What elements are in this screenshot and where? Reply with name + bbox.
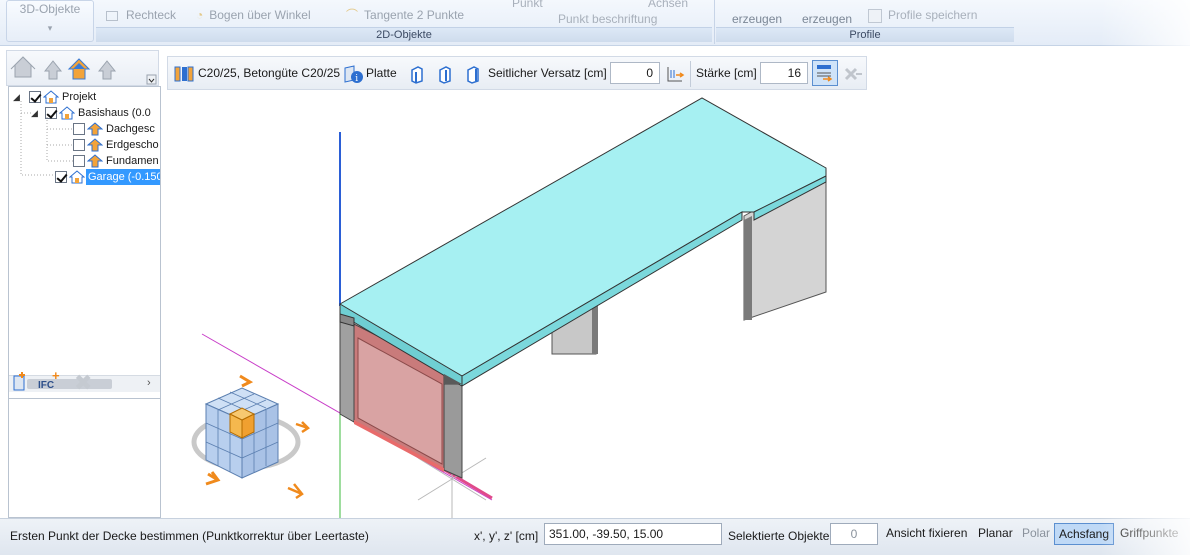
house-up-icon (87, 154, 103, 168)
tree-toolbar-icons (10, 56, 157, 85)
ifc-list (8, 398, 161, 518)
move-house-icon[interactable] (10, 56, 36, 78)
tree-node-label: Basishaus (0.0 (78, 107, 151, 119)
house-up-icon (87, 138, 103, 152)
create-profile-label-2: erzeugen (802, 12, 853, 26)
offset-pick-icon[interactable] (666, 64, 686, 84)
selected-objects-count: 0 (830, 523, 878, 545)
ribbon: 3D-Objekte ▾ Rechteck ◔ Bogen über Winkel… (0, 0, 1190, 46)
ifc-toolbar: IFC + ✖ (8, 366, 161, 400)
axes-label: Achsen (648, 0, 689, 10)
rectangle-button[interactable]: Rechteck (106, 8, 176, 22)
rectangle-icon (106, 10, 118, 21)
wall-front-left[interactable] (339, 309, 355, 423)
create-profile-label-1: erzeugen (732, 12, 783, 26)
tangent-button[interactable]: ⌒ Tangente 2 Punkte (346, 8, 464, 22)
plus-icon: + (52, 368, 60, 383)
point-label-label: Punkt beschriftung (558, 12, 658, 26)
create-profile-button-2[interactable]: erzeugen (802, 12, 852, 26)
save-icon (868, 8, 882, 23)
bulb-icon: ◔ (196, 8, 204, 22)
ribbon-caption-profiles: Profile (716, 27, 1014, 42)
3d-viewport[interactable] (162, 92, 1190, 518)
thickness-label: Stärke [cm] (696, 66, 757, 80)
status-prompt: Ersten Punkt der Decke bestimmen (Punktk… (10, 529, 369, 543)
point-label-button[interactable]: Punkt beschriftung (558, 12, 657, 26)
tangent-icon: ⌒ (346, 8, 359, 22)
svg-text:i: i (355, 74, 358, 84)
property-toolbar: C20/25, Betongüte C20/25 i Platte Seitli… (167, 56, 867, 90)
toolbar-separator (690, 61, 691, 87)
material-icon (174, 66, 194, 82)
tree-toolbar (6, 50, 159, 86)
axis-snap-toggle[interactable]: Achsfang (1054, 523, 1115, 545)
delete-icon[interactable]: ✖ (74, 370, 92, 396)
navigation-cube[interactable] (191, 374, 310, 500)
ribbon-group-profiles: erzeugen erzeugen Profile speichern Prof… (716, 0, 1014, 44)
ribbon-group-2d-objects: Rechteck ◔ Bogen über Winkel ⌒ Tangente 2 … (96, 0, 712, 44)
point-button[interactable]: Punkt (512, 0, 543, 10)
house-up-icon (87, 122, 103, 136)
align-left-icon[interactable] (408, 64, 426, 84)
save-profiles-button[interactable]: Profile speichern (868, 8, 977, 23)
arrow-up-grey-icon[interactable] (97, 60, 117, 80)
tree-node-dachgeschoss[interactable]: Dachgesc (73, 121, 157, 137)
coord-input[interactable]: 351.00, -39.50, 15.00 (544, 523, 722, 545)
ifc-add-button[interactable]: IFC + (38, 368, 60, 391)
point-label: Punkt (512, 0, 543, 10)
project-panel: ◢ Projekt ◢ Basishaus (0.0 Dachgesc Erdg… (6, 50, 161, 518)
delete-icon[interactable] (842, 64, 864, 84)
material-label[interactable]: C20/25, Betongüte C20/25 (198, 66, 340, 80)
tangent-label: Tangente 2 Punkte (364, 8, 465, 22)
info-icon[interactable]: i (342, 64, 364, 84)
arrow-up-icon[interactable] (43, 60, 63, 80)
grip-points-toggle[interactable]: Griffpunkte (1116, 523, 1182, 545)
planar-toggle[interactable]: Planar (974, 523, 1017, 545)
house-up-icon[interactable] (67, 58, 91, 80)
align-right-icon[interactable] (464, 64, 482, 84)
offset-input[interactable]: 0 (610, 62, 660, 84)
offset-label: Seitlicher Versatz [cm] (488, 66, 607, 80)
add-object-icon[interactable] (13, 372, 25, 391)
status-bar: Ersten Punkt der Decke bestimmen (Punktk… (0, 518, 1190, 555)
ribbon-separator (714, 0, 715, 44)
create-profile-button-1[interactable]: erzeugen (732, 12, 782, 26)
tree-lines (20, 101, 73, 176)
axes-button[interactable]: Achsen (648, 0, 688, 10)
chevron-down-icon[interactable] (146, 74, 157, 85)
tree-node-erdgeschoss[interactable]: Erdgescho (73, 137, 160, 153)
coord-label: x', y', z' [cm] (474, 529, 539, 543)
tree-node-label: Garage (-0.150 (86, 169, 160, 185)
3d-objects-button[interactable]: 3D-Objekte ▾ (6, 0, 94, 42)
polar-toggle[interactable]: Polar (1018, 523, 1054, 545)
tree-node-label: Dachgesc (106, 123, 155, 135)
tree-node-label: Fundamen (106, 155, 159, 167)
selected-objects-label: Selektierte Objekte (728, 529, 830, 543)
rectangle-label: Rechteck (126, 8, 177, 22)
thickness-pick-button[interactable] (812, 60, 838, 86)
thickness-pick-icon (817, 65, 833, 82)
tree-node-label: Erdgescho (106, 139, 159, 151)
arc-angle-button[interactable]: ◔ Bogen über Winkel (196, 8, 311, 22)
ribbon-caption-2d: 2D-Objekte (96, 27, 712, 42)
project-tree: ◢ Projekt ◢ Basishaus (0.0 Dachgesc Erdg… (8, 86, 161, 406)
3d-scene[interactable] (162, 92, 1190, 518)
thickness-input[interactable]: 16 (760, 62, 808, 84)
save-profiles-label: Profile speichern (888, 8, 978, 22)
align-center-icon[interactable] (436, 64, 454, 84)
wall-right-edge (744, 216, 752, 320)
arc-angle-label: Bogen über Winkel (209, 8, 311, 22)
chevron-down-icon: ▾ (47, 23, 53, 33)
wall-front-right[interactable] (443, 383, 463, 479)
3d-objects-label: 3D-Objekte (19, 2, 81, 16)
fix-view-toggle[interactable]: Ansicht fixieren (882, 523, 971, 545)
type-label: Platte (366, 66, 397, 80)
tree-node-fundament[interactable]: Fundamen (73, 153, 160, 169)
